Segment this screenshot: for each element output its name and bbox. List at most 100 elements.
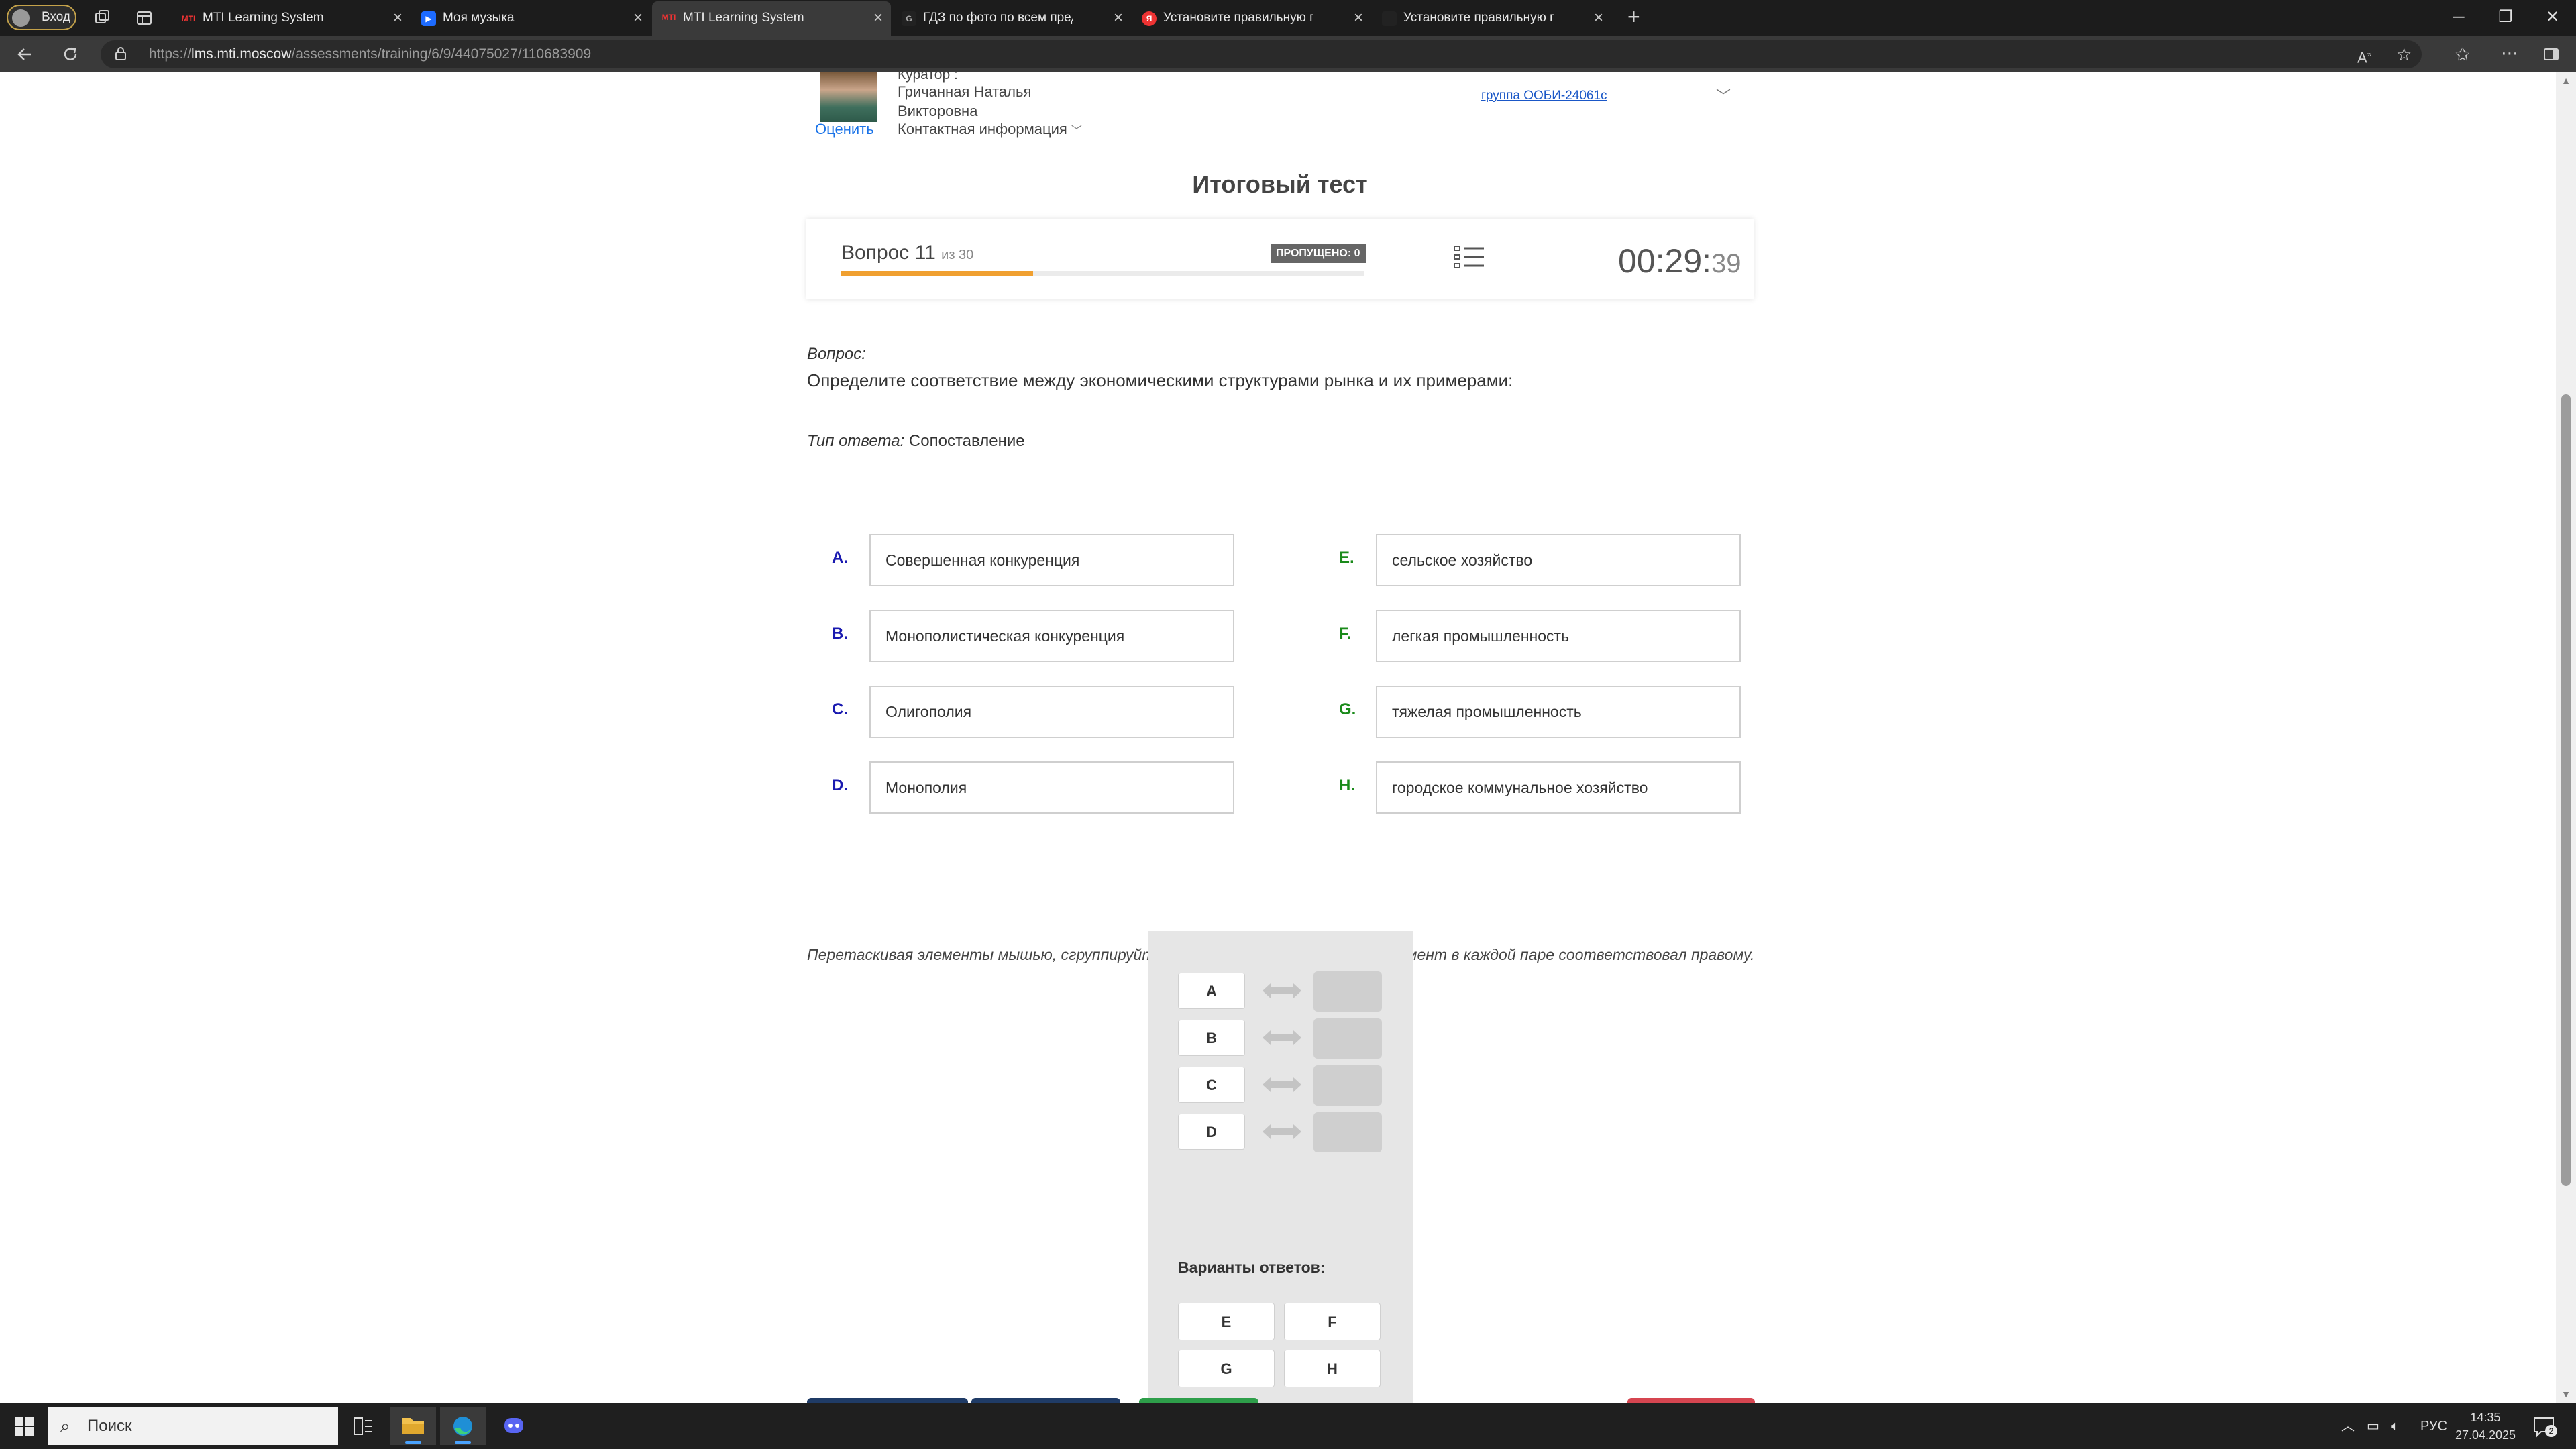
favorites-icon[interactable]: ✩ — [2455, 46, 2470, 63]
question-list-icon[interactable] — [1453, 244, 1485, 271]
yandex-icon: Я — [1142, 11, 1157, 26]
double-arrow-icon — [1263, 1077, 1301, 1092]
nav-button-2[interactable] — [971, 1398, 1120, 1403]
mti-icon: MTI — [181, 14, 196, 23]
slot-letter-d: D — [1178, 1114, 1245, 1150]
page-content: Оценить Куратор : Гричанная Наталья Викт… — [0, 72, 2556, 1403]
tab-mti-1[interactable]: MTI MTI Learning System × — [172, 3, 411, 34]
chevron-down-icon[interactable]: ﹀ — [1716, 85, 1731, 106]
tab-close-icon[interactable]: × — [1594, 3, 1603, 34]
taskbar-search[interactable]: ⌕ Поиск — [48, 1407, 338, 1445]
drop-slot-a[interactable] — [1313, 971, 1382, 1012]
page-title: Итоговый тест — [1192, 170, 1368, 198]
url-host: lms.mti.moscow — [191, 46, 292, 62]
tab-close-icon[interactable]: × — [873, 1, 883, 35]
tab-close-icon[interactable]: × — [393, 3, 402, 34]
search-placeholder: Поиск — [87, 1417, 132, 1435]
variant-f[interactable]: F — [1284, 1303, 1381, 1340]
more-menu-icon[interactable]: ⋯ — [2501, 44, 2518, 62]
slot-letter-c: C — [1178, 1067, 1245, 1103]
profile-button[interactable]: Вход — [7, 5, 76, 30]
page-icon — [1382, 11, 1397, 26]
tab-music[interactable]: ▶ Моя музыка × — [412, 3, 651, 34]
scrollbar-thumb[interactable] — [2561, 394, 2571, 1186]
discord-icon[interactable] — [491, 1407, 537, 1445]
task-view-icon[interactable] — [339, 1407, 385, 1445]
tab-close-icon[interactable]: × — [1354, 3, 1363, 34]
answer-button[interactable] — [1139, 1398, 1258, 1403]
tab-close-icon[interactable]: × — [633, 3, 643, 34]
tab-sequence[interactable]: Установите правильную последо × — [1373, 3, 1611, 34]
tab-title: MTI Learning System — [203, 11, 324, 25]
variants-title: Варианты ответов: — [1178, 1258, 1326, 1276]
scroll-down-icon[interactable]: ▼ — [2560, 1389, 2572, 1399]
back-arrow-icon[interactable] — [16, 46, 34, 66]
notification-icon[interactable]: 2 — [2532, 1414, 2557, 1438]
tab-gdz[interactable]: G ГДЗ по фото по всем предметам × — [892, 3, 1131, 34]
mti-icon: MTI — [661, 13, 676, 22]
chevron-down-icon: ﹀ — [1071, 125, 1082, 137]
group-link[interactable]: группа ООБИ-24061с — [1481, 89, 1607, 103]
volume-icon[interactable]: 🔈︎ — [2391, 1403, 2399, 1449]
tab-close-icon[interactable]: × — [1114, 3, 1123, 34]
close-window-button[interactable]: ✕ — [2529, 4, 2576, 31]
sidebar-icon[interactable] — [2542, 46, 2560, 66]
question-total: из 30 — [941, 248, 974, 262]
tray-chevron-up-icon[interactable]: ︿ — [2341, 1403, 2355, 1449]
clock-time: 14:35 — [2470, 1411, 2501, 1424]
progress-bar — [841, 271, 1364, 276]
workspaces-icon[interactable] — [94, 9, 111, 30]
double-arrow-icon — [1263, 1030, 1301, 1045]
tab-title: ГДЗ по фото по всем предметам — [923, 11, 1073, 25]
new-tab-plus-icon[interactable]: + — [1627, 6, 1640, 28]
rate-link[interactable]: Оценить — [815, 121, 874, 138]
timer-seconds: 39 — [1711, 249, 1741, 278]
timer-main: 00:29: — [1618, 242, 1712, 280]
drop-slot-d[interactable] — [1313, 1112, 1382, 1152]
question-label: Вопрос: — [807, 345, 866, 363]
answer-type: Тип ответа: Сопоставление — [807, 432, 1025, 451]
favorite-star-icon[interactable]: ☆ — [2396, 46, 2412, 63]
right-item-h: городское коммунальное хозяйство — [1376, 761, 1741, 814]
edge-browser-icon[interactable] — [440, 1407, 486, 1445]
tab-mti-active[interactable]: MTI MTI Learning System × — [652, 1, 891, 36]
matching-area: A B C D Варианты ответов: E F G H — [1148, 931, 1413, 1403]
restore-button[interactable]: ❐ — [2482, 4, 2529, 31]
network-icon[interactable]: ▭ — [2367, 1403, 2379, 1449]
answer-type-label: Тип ответа: — [807, 432, 905, 450]
minimize-button[interactable]: ─ — [2435, 4, 2482, 31]
notification-count: 2 — [2545, 1425, 2557, 1437]
taskbar-clock[interactable]: 14:35 27.04.2025 — [2449, 1409, 2522, 1444]
language-indicator[interactable]: РУС — [2420, 1403, 2447, 1449]
left-item-d: Монополия — [869, 761, 1234, 814]
tab-title: MTI Learning System — [683, 11, 804, 25]
contact-info-label: Контактная информация — [898, 121, 1067, 138]
url-path: /assessments/training/6/9/44075027/11068… — [291, 46, 592, 62]
lock-icon[interactable] — [115, 47, 126, 60]
left-item-a: Совершенная конкуренция — [869, 534, 1234, 586]
curator-name: Гричанная Наталья Викторовна — [898, 83, 1032, 119]
left-item-b: Монополистическая конкуренция — [869, 610, 1234, 662]
nav-button-1[interactable] — [807, 1398, 968, 1403]
tab-title: Установите правильную последо — [1163, 11, 1313, 25]
double-arrow-icon — [1263, 983, 1301, 998]
drop-slot-b[interactable] — [1313, 1018, 1382, 1059]
drop-slot-c[interactable] — [1313, 1065, 1382, 1106]
read-aloud-icon[interactable]: A» — [2357, 46, 2371, 66]
url-field[interactable]: https://lms.mti.moscow/assessments/train… — [101, 40, 2422, 68]
timer: 00:29:39 — [1618, 241, 1741, 280]
variant-g[interactable]: G — [1178, 1350, 1275, 1387]
file-explorer-icon[interactable] — [390, 1407, 436, 1445]
tab-actions-icon[interactable] — [136, 9, 153, 30]
profile-label: Вход — [42, 10, 70, 24]
scroll-up-icon[interactable]: ▲ — [2560, 75, 2572, 86]
variant-h[interactable]: H — [1284, 1350, 1381, 1387]
variant-e[interactable]: E — [1178, 1303, 1275, 1340]
reload-icon[interactable] — [62, 46, 79, 66]
question-counter: Вопрос 11 из 30 — [841, 241, 973, 264]
windows-start-icon[interactable] — [15, 1417, 34, 1436]
finish-button[interactable] — [1627, 1398, 1755, 1403]
tab-yandex[interactable]: Я Установите правильную последо × — [1132, 3, 1371, 34]
contact-info-toggle[interactable]: Контактная информация ﹀ — [898, 121, 1082, 138]
page-scrollbar[interactable]: ▲ ▼ — [2556, 72, 2576, 1403]
